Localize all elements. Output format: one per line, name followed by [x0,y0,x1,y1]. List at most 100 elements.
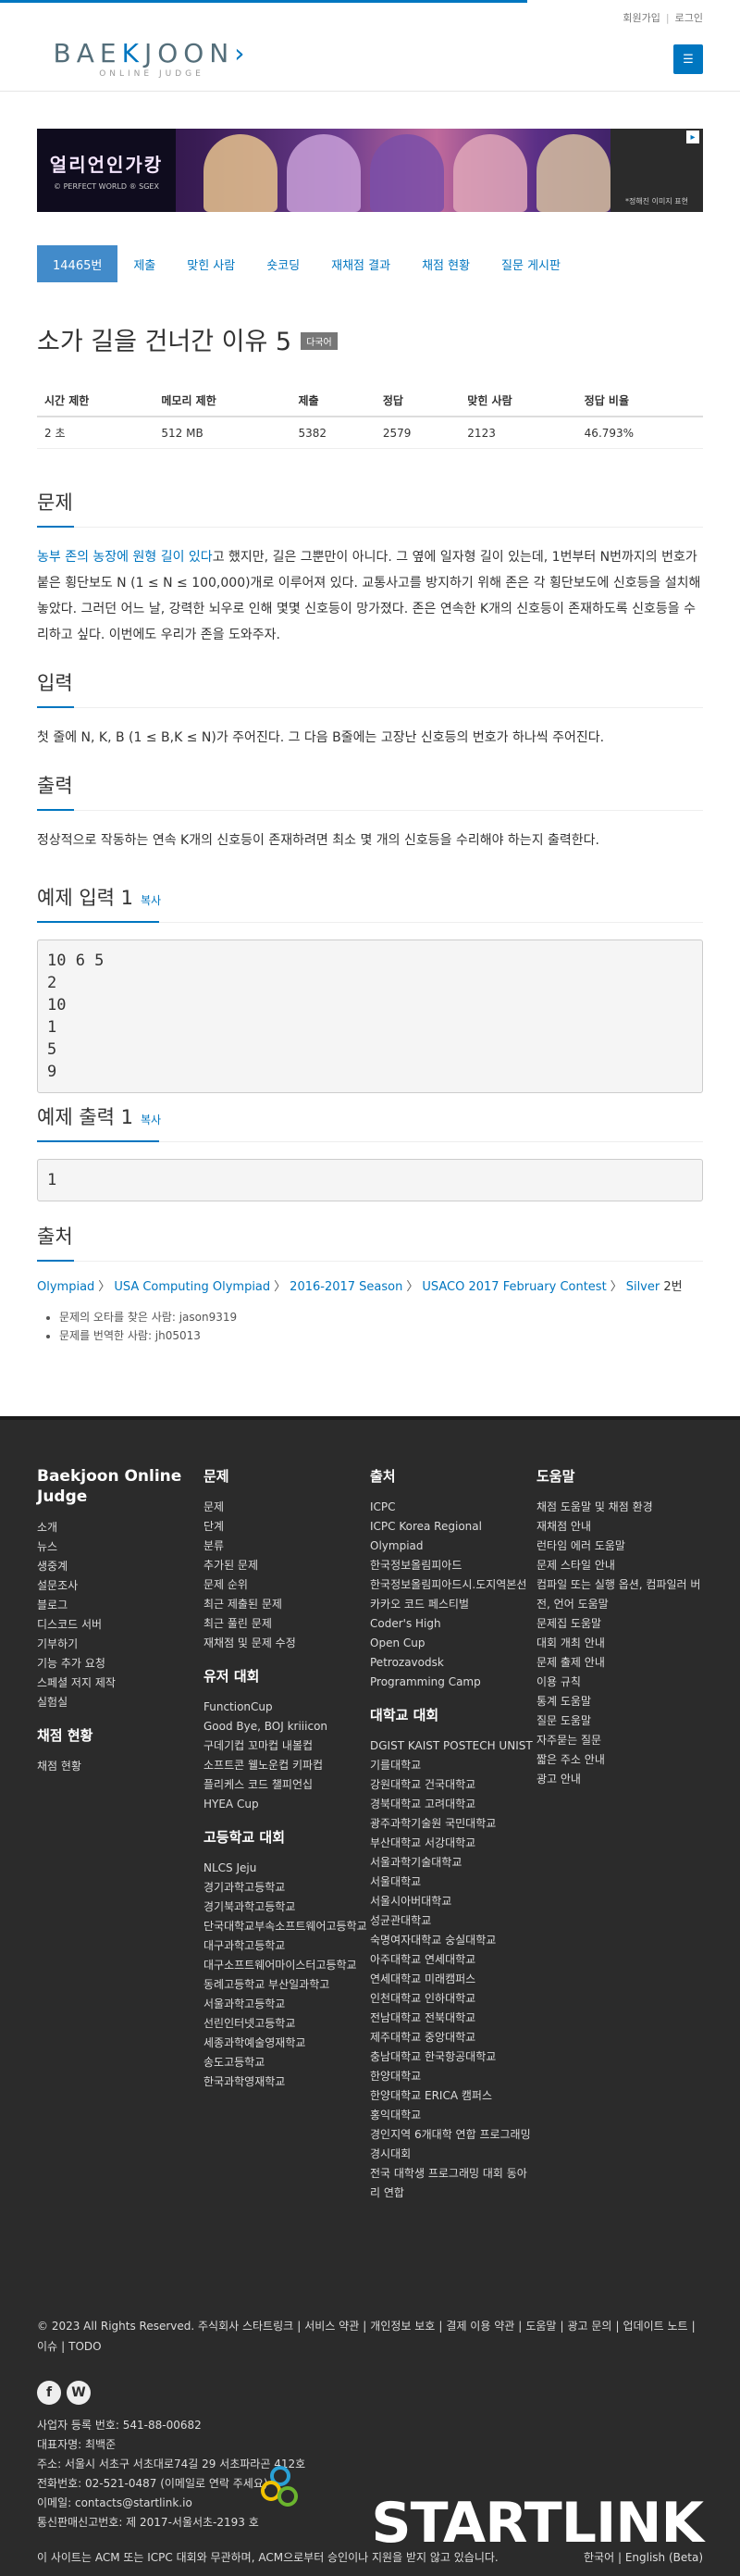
footer-link[interactable]: ICPC Korea Regional [370,1517,536,1537]
source-link[interactable]: Olympiad [37,1280,94,1294]
footer-link[interactable]: 추가된 문제 [204,1556,370,1575]
footer-link[interactable]: 기부하기 [37,1635,204,1654]
source-link[interactable]: 2016-2017 Season [290,1280,402,1294]
ad-banner[interactable]: 얼리언인가캉 © PERFECT WORLD ® SGEX *정해진 이미지 표… [37,129,703,212]
footer-link[interactable]: 전남대학교 전북대학교 [370,2009,536,2028]
footer-link[interactable]: 컴파일 또는 실행 옵션, 컴파일러 버전, 언어 도움말 [536,1575,703,1614]
facebook-icon[interactable]: f [37,2381,61,2405]
footer-link[interactable]: 스페셜 저지 제작 [37,1674,204,1693]
footer-link[interactable]: 경기북과학고등학교 [204,1898,370,1917]
source-link[interactable]: USA Computing Olympiad [114,1280,270,1294]
tab-submit[interactable]: 제출 [117,245,171,282]
footer-link[interactable]: 세종과학예술영재학교 [204,2034,370,2053]
footer-link[interactable]: NLCS Jeju [204,1859,370,1878]
tab-board[interactable]: 질문 게시판 [486,245,576,282]
footer-link[interactable]: 서비스 약관 [304,2320,359,2333]
login-link[interactable]: 로그인 [675,10,703,25]
footer-link[interactable]: 한국정보올림피아드 [370,1556,536,1575]
sample-input[interactable]: 10 6 5 2 10 1 5 9 [37,940,703,1093]
footer-link[interactable]: 런타임 에러 도움말 [536,1537,703,1556]
footer-link[interactable]: 광고 문의 [568,2320,612,2333]
footer-link[interactable]: 대구소프트웨어마이스터고등학교 [204,1956,370,1975]
signup-link[interactable]: 회원가입 [623,10,660,25]
footer-link[interactable]: 인천대학교 인하대학교 [370,1989,536,2009]
menu-button[interactable]: ☰ [673,44,703,74]
footer-link[interactable]: 홍익대학교 [370,2106,536,2125]
footer-link[interactable]: 디스코드 서버 [37,1615,204,1635]
footer-link[interactable]: HYEA Cup [204,1795,370,1814]
footer-link[interactable]: 대회 개최 안내 [536,1634,703,1653]
footer-link[interactable]: Petrozavodsk [370,1653,536,1673]
footer-link[interactable]: 카카오 코드 페스티벌 [370,1595,536,1614]
tab-solved-users[interactable]: 맞힌 사람 [171,245,251,282]
footer-link[interactable]: 플리케스 코드 챌피언십 [204,1775,370,1795]
lang-ko-link[interactable]: 한국어 [584,2551,614,2564]
footer-link[interactable]: 질문 도움말 [536,1711,703,1731]
footer-link[interactable]: 선린인터넷고등학교 [204,2014,370,2034]
footer-link[interactable]: 연세대학교 미래캠퍼스 [370,1970,536,1989]
tab-status[interactable]: 채점 현황 [406,245,486,282]
footer-link[interactable]: 설문조사 [37,1576,204,1596]
wordpress-icon[interactable]: W [67,2381,91,2405]
footer-link[interactable]: 소프트콘 웰노운컵 키파컵 [204,1756,370,1775]
sample-output[interactable]: 1 [37,1159,703,1201]
footer-link[interactable]: FunctionCup [204,1698,370,1717]
footer-link[interactable]: 서울과학고등학교 [204,1995,370,2014]
footer-link[interactable]: 채점 도움말 및 채점 환경 [536,1498,703,1517]
footer-link[interactable]: 광고 안내 [536,1770,703,1789]
footer-link[interactable]: 제주대학교 중앙대학교 [370,2028,536,2047]
footer-link[interactable]: 강원대학교 건국대학교 [370,1775,536,1795]
footer-link[interactable]: 이용 규칙 [536,1673,703,1692]
footer-link[interactable]: 숙명여자대학교 숭실대학교 [370,1931,536,1950]
footer-link[interactable]: Open Cup [370,1634,536,1653]
footer-link[interactable]: 재채점 안내 [536,1517,703,1537]
copy-sample-output-button[interactable]: 복사 [141,1114,161,1126]
footer-link[interactable]: 개인정보 보호 [370,2320,435,2333]
footer-link[interactable]: 광주과학기술원 국민대학교 [370,1814,536,1834]
footer-link[interactable]: 문제 [204,1498,370,1517]
footer-link[interactable]: Coder's High [370,1614,536,1634]
tab-rejudge[interactable]: 재채점 결과 [315,245,406,282]
footer-link[interactable]: 통계 도움말 [536,1692,703,1711]
copy-sample-input-button[interactable]: 복사 [141,894,161,907]
desc-link[interactable]: 농부 존의 농장에 원형 길이 있다 [37,550,213,565]
footer-link[interactable]: 충남대학교 한국항공대학교 [370,2047,536,2067]
footer-link[interactable]: 한국정보올림피아드시.도지역본선 [370,1575,536,1595]
footer-link[interactable]: 한양대학교 ERICA 캠퍼스 [370,2086,536,2106]
lang-en-link[interactable]: English (Beta) [625,2551,703,2564]
tab-problem[interactable]: 14465번 [37,245,118,282]
footer-link[interactable]: 분류 [204,1537,370,1556]
footer-link[interactable]: 채점 현황 [37,1757,204,1776]
footer-link[interactable]: 경북대학교 고려대학교 [370,1795,536,1814]
footer-link[interactable]: DGIST KAIST POSTECH UNIST 기를대학교 [370,1736,536,1775]
footer-link[interactable]: 결제 이용 약관 [446,2320,514,2333]
footer-link[interactable]: 문제 스타일 안내 [536,1556,703,1575]
footer-link[interactable]: 전국 대학생 프로그래밍 대회 동아리 연합 [370,2164,536,2203]
footer-link[interactable]: 동례고등학교 부산일과학고 [204,1975,370,1995]
footer-link[interactable]: 이슈 [37,2340,57,2353]
footer-link[interactable]: TODO [68,2340,101,2353]
footer-link[interactable]: 단계 [204,1517,370,1537]
footer-link[interactable]: 서울과학기술대학교 [370,1853,536,1873]
footer-link[interactable]: 대구과학고등학교 [204,1936,370,1956]
footer-link[interactable]: 아주대학교 연세대학교 [370,1950,536,1970]
footer-link[interactable]: 송도고등학교 [204,2053,370,2072]
footer-link[interactable]: 뉴스 [37,1537,204,1557]
source-link[interactable]: Silver [626,1280,660,1294]
footer-link[interactable]: 업데이트 노트 [623,2320,688,2333]
startlink-logo[interactable]: STARTLINK [371,2494,704,2553]
ad-info-icon[interactable]: ▸ [686,131,699,143]
footer-link[interactable]: 문제 출제 안내 [536,1653,703,1673]
footer-link[interactable]: 최근 풀린 문제 [204,1614,370,1634]
footer-link[interactable]: 성균관대학교 [370,1911,536,1931]
footer-link[interactable]: 문제 순위 [204,1575,370,1595]
footer-link[interactable]: 문제집 도움말 [536,1614,703,1634]
footer-link[interactable]: 블로그 [37,1596,204,1615]
footer-link[interactable]: 서울대학교 [370,1873,536,1892]
tab-short-coding[interactable]: 숏코딩 [251,245,315,282]
footer-link[interactable]: 도움말 [525,2320,556,2333]
footer-link[interactable]: 한국과학영재학교 [204,2072,370,2092]
lang-badge[interactable]: 다국어 [301,332,338,350]
footer-link[interactable]: 기능 추가 요청 [37,1654,204,1674]
footer-link[interactable]: 자주묻는 질문 [536,1731,703,1750]
